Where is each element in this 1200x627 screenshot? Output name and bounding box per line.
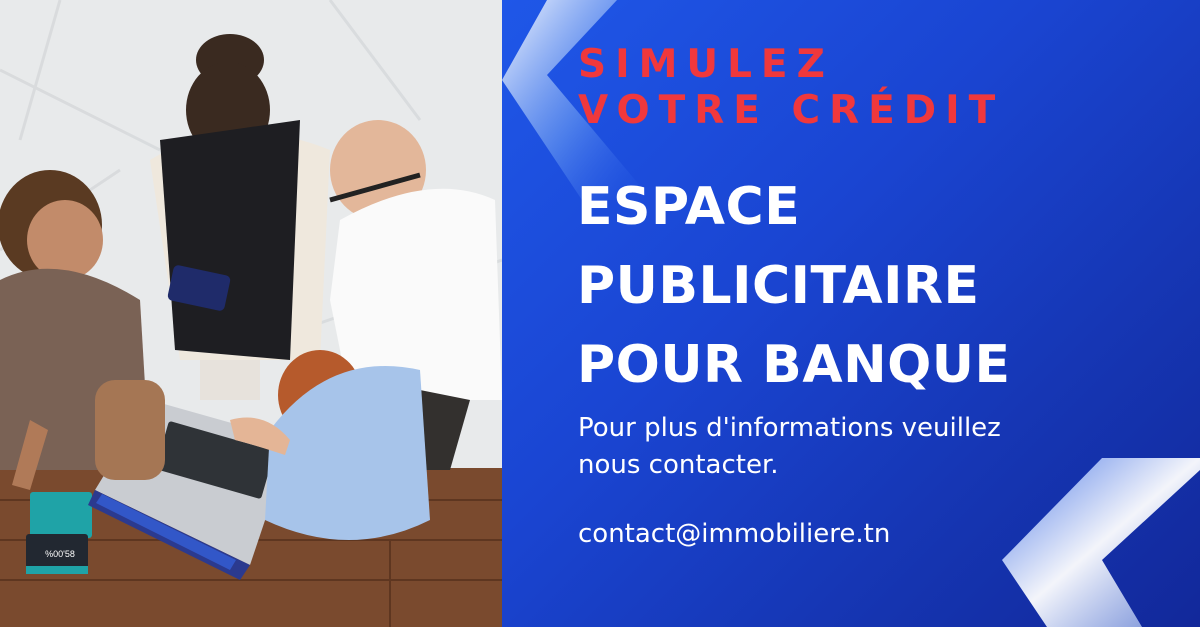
contact-email-link[interactable]: contact@immobiliere.tn: [578, 516, 890, 552]
info-text-line-1: Pour plus d'informations veuillez: [578, 413, 1001, 443]
promo-panel: SIMULEZ VOTRE CRÉDIT ESPACE PUBLICITAIRE…: [502, 0, 1200, 627]
team-photo: %00'58: [0, 0, 502, 627]
headline: ESPACE PUBLICITAIRE POUR BANQUE: [577, 168, 1011, 405]
info-text-line-2: nous contacter.: [578, 450, 779, 480]
teal-notebook: [30, 492, 92, 538]
tagline: SIMULEZ VOTRE CRÉDIT: [578, 42, 1004, 134]
headline-line-2: PUBLICITAIRE: [577, 256, 980, 316]
team-photo-illustration: %00'58: [0, 0, 502, 627]
tagline-line-2: VOTRE CRÉDIT: [578, 88, 1005, 133]
info-text: Pour plus d'informations veuillez nous c…: [578, 410, 1098, 484]
tagline-line-1: SIMULEZ: [578, 42, 834, 87]
phone-screen-text: %00'58: [45, 549, 75, 559]
headline-line-3: POUR BANQUE: [577, 335, 1011, 395]
headline-line-1: ESPACE: [577, 177, 801, 237]
